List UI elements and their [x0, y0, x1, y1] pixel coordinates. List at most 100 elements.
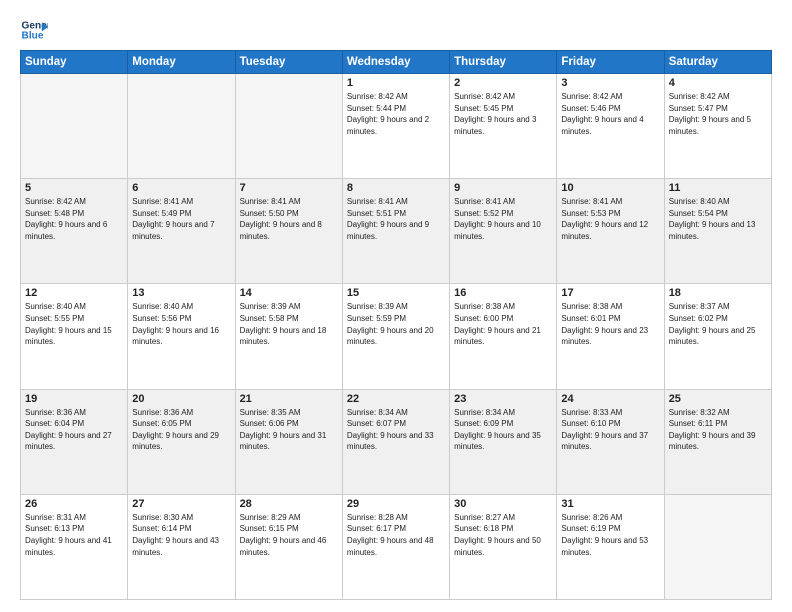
- day-cell: [21, 74, 128, 179]
- day-cell: 14 Sunrise: 8:39 AMSunset: 5:58 PMDayligh…: [235, 284, 342, 389]
- day-cell: 4 Sunrise: 8:42 AMSunset: 5:47 PMDaylight…: [664, 74, 771, 179]
- day-number: 15: [347, 287, 445, 299]
- day-info: Sunrise: 8:26 AMSunset: 6:19 PMDaylight:…: [561, 512, 659, 558]
- day-info: Sunrise: 8:41 AMSunset: 5:49 PMDaylight:…: [132, 196, 230, 242]
- day-info: Sunrise: 8:36 AMSunset: 6:04 PMDaylight:…: [25, 407, 123, 453]
- day-cell: 8 Sunrise: 8:41 AMSunset: 5:51 PMDaylight…: [342, 179, 449, 284]
- col-header-thursday: Thursday: [450, 51, 557, 74]
- week-row-1: 1 Sunrise: 8:42 AMSunset: 5:44 PMDaylight…: [21, 74, 772, 179]
- day-info: Sunrise: 8:30 AMSunset: 6:14 PMDaylight:…: [132, 512, 230, 558]
- day-info: Sunrise: 8:29 AMSunset: 6:15 PMDaylight:…: [240, 512, 338, 558]
- header: General Blue: [20, 16, 772, 44]
- day-cell: [664, 494, 771, 599]
- day-cell: 20 Sunrise: 8:36 AMSunset: 6:05 PMDayligh…: [128, 389, 235, 494]
- day-cell: 29Sunrise: 8:28 AMSunset: 6:17 PMDayligh…: [342, 494, 449, 599]
- week-row-4: 19 Sunrise: 8:36 AMSunset: 6:04 PMDayligh…: [21, 389, 772, 494]
- day-number: 2: [454, 77, 552, 89]
- day-info: Sunrise: 8:31 AMSunset: 6:13 PMDaylight:…: [25, 512, 123, 558]
- col-header-wednesday: Wednesday: [342, 51, 449, 74]
- day-info: Sunrise: 8:34 AMSunset: 6:09 PMDaylight:…: [454, 407, 552, 453]
- day-number: 1: [347, 77, 445, 89]
- day-cell: 1 Sunrise: 8:42 AMSunset: 5:44 PMDaylight…: [342, 74, 449, 179]
- day-info: Sunrise: 8:41 AMSunset: 5:53 PMDaylight:…: [561, 196, 659, 242]
- calendar-body: 1 Sunrise: 8:42 AMSunset: 5:44 PMDaylight…: [21, 74, 772, 600]
- day-cell: 19 Sunrise: 8:36 AMSunset: 6:04 PMDayligh…: [21, 389, 128, 494]
- day-info: Sunrise: 8:42 AMSunset: 5:44 PMDaylight:…: [347, 91, 445, 137]
- day-number: 19: [25, 393, 123, 405]
- day-info: Sunrise: 8:39 AMSunset: 5:58 PMDaylight:…: [240, 301, 338, 347]
- week-row-5: 26 Sunrise: 8:31 AMSunset: 6:13 PMDayligh…: [21, 494, 772, 599]
- day-number: 23: [454, 393, 552, 405]
- day-number: 27: [132, 498, 230, 510]
- day-cell: 11Sunrise: 8:40 AMSunset: 5:54 PMDayligh…: [664, 179, 771, 284]
- day-info: Sunrise: 8:42 AMSunset: 5:46 PMDaylight:…: [561, 91, 659, 137]
- day-info: Sunrise: 8:33 AMSunset: 6:10 PMDaylight:…: [561, 407, 659, 453]
- day-info: Sunrise: 8:34 AMSunset: 6:07 PMDaylight:…: [347, 407, 445, 453]
- day-cell: 10 Sunrise: 8:41 AMSunset: 5:53 PMDayligh…: [557, 179, 664, 284]
- day-number: 20: [132, 393, 230, 405]
- col-header-monday: Monday: [128, 51, 235, 74]
- day-info: Sunrise: 8:40 AMSunset: 5:54 PMDaylight:…: [669, 196, 767, 242]
- day-info: Sunrise: 8:40 AMSunset: 5:55 PMDaylight:…: [25, 301, 123, 347]
- day-number: 17: [561, 287, 659, 299]
- day-number: 26: [25, 498, 123, 510]
- page: General Blue SundayMondayTuesdayWednesda…: [0, 0, 792, 612]
- col-header-sunday: Sunday: [21, 51, 128, 74]
- day-number: 5: [25, 182, 123, 194]
- day-cell: 24 Sunrise: 8:33 AMSunset: 6:10 PMDayligh…: [557, 389, 664, 494]
- day-cell: 23 Sunrise: 8:34 AMSunset: 6:09 PMDayligh…: [450, 389, 557, 494]
- day-cell: 25 Sunrise: 8:32 AMSunset: 6:11 PMDayligh…: [664, 389, 771, 494]
- day-cell: 3 Sunrise: 8:42 AMSunset: 5:46 PMDaylight…: [557, 74, 664, 179]
- day-cell: 31 Sunrise: 8:26 AMSunset: 6:19 PMDayligh…: [557, 494, 664, 599]
- header-row: SundayMondayTuesdayWednesdayThursdayFrid…: [21, 51, 772, 74]
- day-number: 9: [454, 182, 552, 194]
- day-info: Sunrise: 8:40 AMSunset: 5:56 PMDaylight:…: [132, 301, 230, 347]
- svg-text:Blue: Blue: [22, 31, 44, 42]
- day-number: 10: [561, 182, 659, 194]
- day-number: 31: [561, 498, 659, 510]
- day-info: Sunrise: 8:28 AMSunset: 6:17 PMDaylight:…: [347, 512, 445, 558]
- day-cell: 9 Sunrise: 8:41 AMSunset: 5:52 PMDaylight…: [450, 179, 557, 284]
- day-cell: 18Sunrise: 8:37 AMSunset: 6:02 PMDayligh…: [664, 284, 771, 389]
- calendar-table: SundayMondayTuesdayWednesdayThursdayFrid…: [20, 50, 772, 600]
- day-info: Sunrise: 8:39 AMSunset: 5:59 PMDaylight:…: [347, 301, 445, 347]
- day-info: Sunrise: 8:42 AMSunset: 5:47 PMDaylight:…: [669, 91, 767, 137]
- day-number: 18: [669, 287, 767, 299]
- day-cell: 27 Sunrise: 8:30 AMSunset: 6:14 PMDayligh…: [128, 494, 235, 599]
- col-header-friday: Friday: [557, 51, 664, 74]
- day-cell: 16 Sunrise: 8:38 AMSunset: 6:00 PMDayligh…: [450, 284, 557, 389]
- day-cell: 22 Sunrise: 8:34 AMSunset: 6:07 PMDayligh…: [342, 389, 449, 494]
- day-number: 22: [347, 393, 445, 405]
- day-number: 3: [561, 77, 659, 89]
- logo-icon: General Blue: [20, 16, 48, 44]
- day-info: Sunrise: 8:38 AMSunset: 6:01 PMDaylight:…: [561, 301, 659, 347]
- day-cell: 2Sunrise: 8:42 AMSunset: 5:45 PMDaylight…: [450, 74, 557, 179]
- day-number: 16: [454, 287, 552, 299]
- day-cell: 30Sunrise: 8:27 AMSunset: 6:18 PMDayligh…: [450, 494, 557, 599]
- day-cell: 6 Sunrise: 8:41 AMSunset: 5:49 PMDaylight…: [128, 179, 235, 284]
- day-info: Sunrise: 8:41 AMSunset: 5:51 PMDaylight:…: [347, 196, 445, 242]
- day-number: 13: [132, 287, 230, 299]
- day-info: Sunrise: 8:42 AMSunset: 5:48 PMDaylight:…: [25, 196, 123, 242]
- day-cell: 21 Sunrise: 8:35 AMSunset: 6:06 PMDayligh…: [235, 389, 342, 494]
- day-cell: 12Sunrise: 8:40 AMSunset: 5:55 PMDayligh…: [21, 284, 128, 389]
- day-number: 21: [240, 393, 338, 405]
- day-number: 4: [669, 77, 767, 89]
- day-number: 7: [240, 182, 338, 194]
- day-info: Sunrise: 8:32 AMSunset: 6:11 PMDaylight:…: [669, 407, 767, 453]
- day-number: 8: [347, 182, 445, 194]
- day-number: 24: [561, 393, 659, 405]
- day-cell: [235, 74, 342, 179]
- day-info: Sunrise: 8:38 AMSunset: 6:00 PMDaylight:…: [454, 301, 552, 347]
- day-number: 14: [240, 287, 338, 299]
- day-info: Sunrise: 8:41 AMSunset: 5:52 PMDaylight:…: [454, 196, 552, 242]
- day-cell: 15 Sunrise: 8:39 AMSunset: 5:59 PMDayligh…: [342, 284, 449, 389]
- day-cell: 13 Sunrise: 8:40 AMSunset: 5:56 PMDayligh…: [128, 284, 235, 389]
- day-cell: 17 Sunrise: 8:38 AMSunset: 6:01 PMDayligh…: [557, 284, 664, 389]
- day-number: 25: [669, 393, 767, 405]
- day-number: 30: [454, 498, 552, 510]
- day-cell: [128, 74, 235, 179]
- day-number: 6: [132, 182, 230, 194]
- day-info: Sunrise: 8:36 AMSunset: 6:05 PMDaylight:…: [132, 407, 230, 453]
- day-info: Sunrise: 8:35 AMSunset: 6:06 PMDaylight:…: [240, 407, 338, 453]
